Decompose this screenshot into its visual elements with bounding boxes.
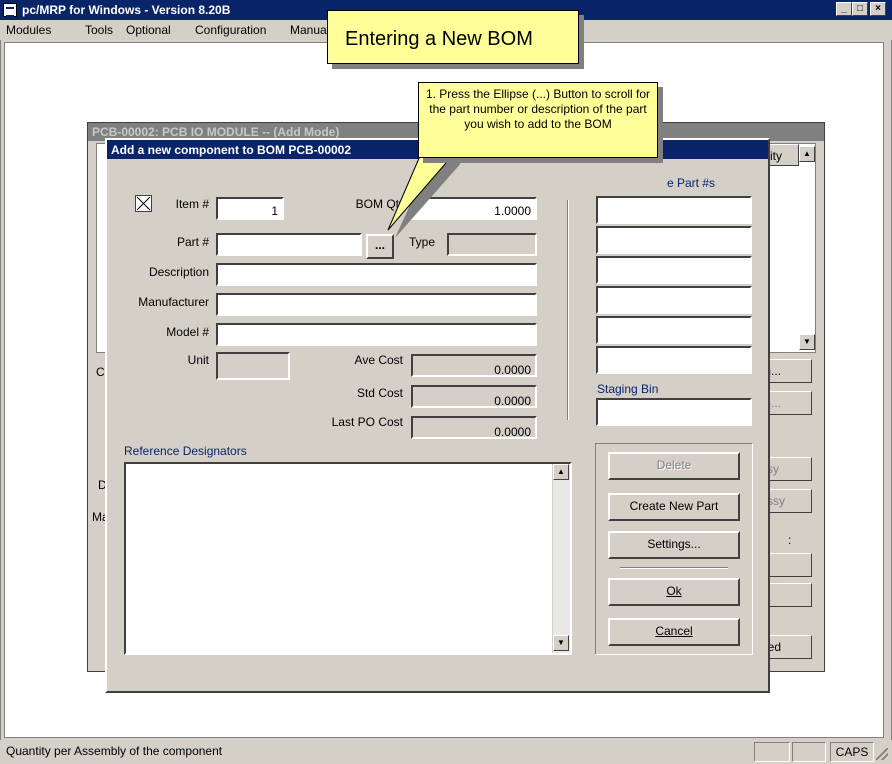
unit-label: Unit	[187, 353, 209, 367]
ok-button-label: Ok	[666, 584, 682, 598]
description-field[interactable]	[216, 263, 537, 286]
ave-cost-field: 0.0000	[411, 354, 537, 377]
alternate-part-field-6[interactable]	[596, 346, 752, 374]
bom-right-colon: :	[788, 533, 792, 547]
buttons-separator	[620, 567, 728, 569]
close-button[interactable]: ×	[870, 2, 886, 16]
minimize-button[interactable]: _	[836, 2, 852, 16]
part-number-field[interactable]	[216, 233, 362, 256]
cancel-button[interactable]: Cancel	[608, 618, 740, 646]
delete-button[interactable]: Delete	[608, 452, 740, 480]
model-number-field[interactable]	[216, 323, 537, 346]
bom-left-label-1: C	[96, 365, 105, 379]
status-bar: Quantity per Assembly of the component C…	[0, 740, 892, 764]
grid-scroll-up-arrow-icon[interactable]: ▲	[799, 146, 815, 162]
grid-scroll-down-arrow-icon[interactable]: ▼	[799, 334, 815, 350]
std-cost-label: Std Cost	[356, 386, 403, 400]
model-number-label: Model #	[166, 325, 209, 339]
tutorial-step-text: 1. Press the Ellipse (...) Button to scr…	[425, 87, 651, 131]
menu-tools[interactable]: Tools	[85, 23, 113, 37]
tutorial-title: Entering a New BOM	[345, 28, 533, 50]
checkbox-x-icon	[136, 196, 151, 211]
tutorial-step-callout: 1. Press the Ellipse (...) Button to scr…	[418, 82, 658, 158]
vertical-separator	[567, 200, 569, 420]
tutorial-title-callout: Entering a New BOM	[327, 10, 579, 64]
alternate-part-field-3[interactable]	[596, 256, 752, 284]
alternate-part-field-1[interactable]	[596, 196, 752, 224]
settings-button[interactable]: Settings...	[608, 531, 740, 559]
app-title: pc/MRP for Windows - Version 8.20B	[22, 3, 231, 17]
description-label: Description	[148, 265, 209, 279]
menu-modules[interactable]: Modules	[6, 23, 51, 37]
menu-manual[interactable]: Manua	[290, 23, 327, 37]
status-text: Quantity per Assembly of the component	[6, 744, 223, 758]
menu-configuration[interactable]: Configuration	[195, 23, 266, 37]
alternate-part-field-5[interactable]	[596, 316, 752, 344]
menu-optional[interactable]: Optional	[126, 23, 171, 37]
alternate-part-field-2[interactable]	[596, 226, 752, 254]
alternate-part-numbers-label: e Part #s	[667, 176, 716, 190]
ave-cost-label: Ave Cost	[354, 353, 403, 367]
manufacturer-field[interactable]	[216, 293, 537, 316]
status-pane-1	[754, 742, 790, 762]
item-label: Item #	[175, 197, 209, 211]
item-checkbox[interactable]	[135, 195, 152, 212]
manufacturer-label: Manufacturer	[138, 295, 209, 309]
scroll-up-arrow-icon[interactable]: ▲	[553, 464, 569, 480]
resize-grip-icon[interactable]	[876, 748, 888, 760]
unit-field	[216, 352, 290, 380]
alternate-part-field-4[interactable]	[596, 286, 752, 314]
reference-designators-textarea[interactable]: ▲ ▼	[124, 462, 572, 655]
type-field	[447, 233, 537, 256]
status-pane-2	[792, 742, 826, 762]
staging-bin-label: Staging Bin	[597, 382, 659, 396]
reference-designators-label: Reference Designators	[124, 444, 247, 458]
ok-button[interactable]: Ok	[608, 578, 740, 606]
create-new-part-button[interactable]: Create New Part	[608, 493, 740, 521]
part-number-label: Part #	[176, 235, 209, 249]
cancel-button-label: Cancel	[655, 624, 693, 638]
caps-indicator: CAPS	[830, 742, 874, 762]
scroll-down-arrow-icon[interactable]: ▼	[553, 635, 569, 651]
std-cost-field: 0.0000	[411, 385, 537, 408]
dialog-buttons-panel: Delete Create New Part Settings... Ok Ca…	[595, 443, 753, 655]
last-po-cost-label: Last PO Cost	[331, 415, 403, 429]
item-number-field[interactable]: 1	[216, 197, 284, 220]
app-icon[interactable]	[3, 3, 17, 17]
maximize-button[interactable]: □	[852, 2, 868, 16]
last-po-cost-field: 0.0000	[411, 416, 537, 439]
staging-bin-field[interactable]	[596, 398, 752, 426]
ref-designators-scrollbar[interactable]: ▲ ▼	[552, 464, 570, 653]
